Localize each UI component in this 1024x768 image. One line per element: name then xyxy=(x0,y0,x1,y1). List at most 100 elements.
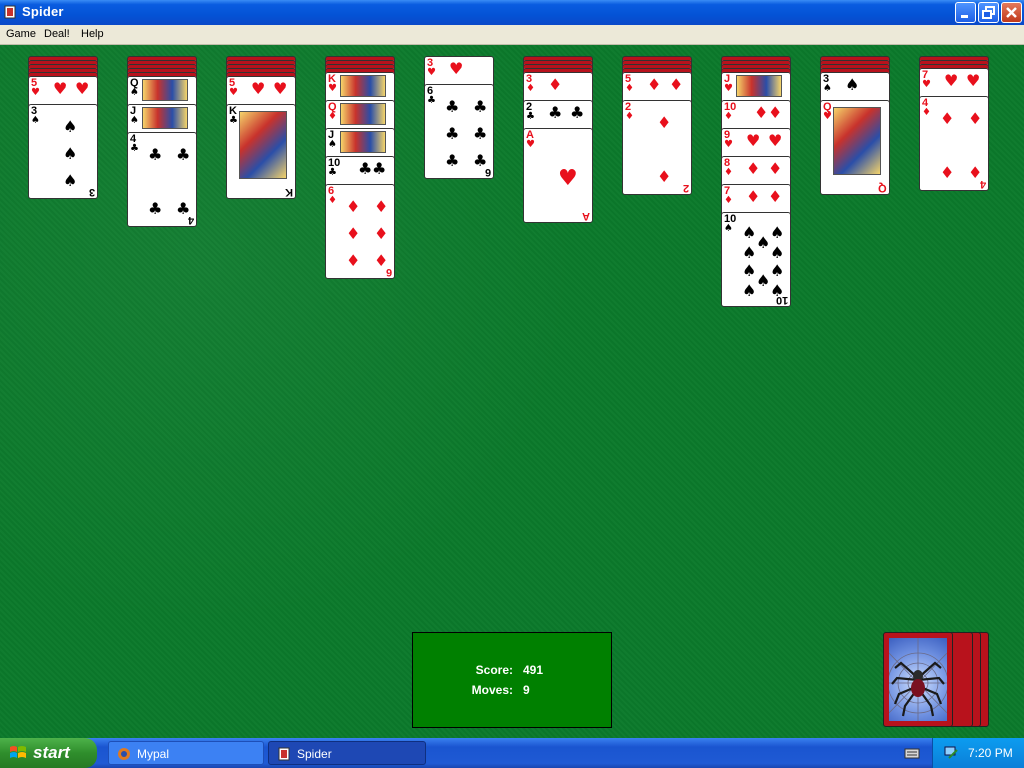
card-pip-icon: ♠ xyxy=(63,144,78,163)
task-spider[interactable]: Spider xyxy=(268,741,426,765)
network-icon[interactable] xyxy=(943,745,961,761)
start-button[interactable]: start xyxy=(0,738,97,768)
card-suit-icon: ♦ xyxy=(724,167,733,178)
keyboard-icon[interactable] xyxy=(904,746,920,760)
card-king-of-clubs[interactable]: K ♣ K xyxy=(226,104,296,199)
card-rank-corner: 6 xyxy=(385,266,392,278)
card-pip-icon: ♦ xyxy=(374,197,389,216)
card-pip-icon: ♦ xyxy=(940,109,955,128)
face-card-art xyxy=(736,75,782,97)
taskbar: start Mypal Spider 7:20 PM xyxy=(0,738,1024,768)
card-suit-icon: ♠ xyxy=(130,115,139,126)
card-pip-icon: ♣ xyxy=(548,103,563,122)
card-pip-icon: ♣ xyxy=(570,103,585,122)
spider-icon xyxy=(887,638,949,721)
system-tray: 7:20 PM xyxy=(932,738,1024,768)
card-pip-icon: ♥ xyxy=(251,79,266,98)
card-pip-icon: ♥ xyxy=(966,71,981,90)
card-pip-icon: ♠ xyxy=(770,223,785,242)
card-rank-corner: 6 xyxy=(484,166,491,178)
menu-game[interactable]: Game xyxy=(6,28,36,40)
task-label: Spider xyxy=(297,747,332,761)
card-pip-icon: ♠ xyxy=(742,261,757,280)
card-4-of-clubs[interactable]: 4 ♣ ♣ ♣ ♣ ♣ 4 xyxy=(127,132,197,227)
card-10-of-spades[interactable]: 10 ♠ ♠ ♠ ♠ ♠ ♠ ♠ ♠ ♠ ♠ ♠ 10 xyxy=(721,212,791,307)
moves-label: Moves: xyxy=(471,683,513,697)
card-pip-icon: ♥ xyxy=(558,166,578,191)
card-pip-icon: ♦ xyxy=(768,187,783,206)
menu-bar: Game Deal! Help xyxy=(0,25,1024,45)
restore-icon xyxy=(982,6,995,19)
card-pip-icon: ♥ xyxy=(75,79,90,98)
score-panel: Score: 491 Moves: 9 xyxy=(412,632,612,728)
card-rank-corner: 10 xyxy=(775,294,788,306)
card-pip-icon: ♣ xyxy=(473,124,488,143)
mypal-icon xyxy=(118,748,130,760)
face-card-art xyxy=(340,75,386,97)
menu-help[interactable]: Help xyxy=(81,28,104,40)
title-bar: Spider xyxy=(0,0,1024,25)
card-suit-icon: ♦ xyxy=(328,195,337,206)
moves-value: 9 xyxy=(523,683,530,697)
card-pip-icon: ♣ xyxy=(445,124,460,143)
card-pip-icon: ♣ xyxy=(445,97,460,116)
card-suit-icon: ♣ xyxy=(526,111,535,122)
spider-app-icon xyxy=(278,747,290,761)
card-4-of-diamonds[interactable]: 4 ♦ ♦ ♦ ♦ ♦ 4 xyxy=(919,96,989,191)
clock: 7:20 PM xyxy=(968,746,1013,760)
windows-logo-icon xyxy=(10,746,26,758)
task-mypal[interactable]: Mypal xyxy=(108,741,264,765)
card-6-of-clubs[interactable]: 6 ♣ ♣ ♣ ♣ ♣ ♣ ♣ 6 xyxy=(424,84,494,179)
card-pip-icon: ♦ xyxy=(768,159,783,178)
card-pip-icon: ♦ xyxy=(374,224,389,243)
card-3-of-spades[interactable]: 3 ♠ ♠ ♠ ♠ 3 xyxy=(28,104,98,199)
card-suit-icon: ♥ xyxy=(823,111,832,122)
score-label: Score: xyxy=(475,663,513,677)
card-suit-icon: ♥ xyxy=(526,139,535,150)
card-pip-icon: ♦ xyxy=(657,113,672,132)
card-pip-icon: ♦ xyxy=(548,75,563,94)
card-suit-icon: ♥ xyxy=(229,87,238,98)
card-pip-icon: ♠ xyxy=(63,117,78,136)
card-pip-icon: ♥ xyxy=(768,131,783,150)
face-card-art xyxy=(142,79,188,101)
card-pip-icon: ♠ xyxy=(756,271,771,290)
card-pip-icon: ♦ xyxy=(754,103,769,122)
card-pip-icon: ♠ xyxy=(742,281,757,300)
card-suit-icon: ♦ xyxy=(328,111,337,122)
card-pip-icon: ♦ xyxy=(346,197,361,216)
card-pip-icon: ♠ xyxy=(770,261,785,280)
card-rank-corner: 4 xyxy=(187,214,194,226)
card-pip-icon: ♠ xyxy=(742,223,757,242)
card-pip-icon: ♠ xyxy=(770,243,785,262)
card-queen-of-hearts[interactable]: Q ♥ Q xyxy=(820,100,890,195)
card-suit-icon: ♥ xyxy=(922,79,931,90)
card-suit-icon: ♥ xyxy=(328,83,337,94)
minimize-icon xyxy=(961,15,968,18)
card-rank-corner: 2 xyxy=(682,182,689,194)
score-value: 491 xyxy=(523,663,544,677)
card-suit-icon: ♠ xyxy=(328,139,337,150)
card-suit-icon: ♦ xyxy=(526,83,535,94)
card-pip-icon: ♥ xyxy=(53,79,68,98)
menu-deal[interactable]: Deal! xyxy=(44,28,70,40)
card-suit-icon: ♦ xyxy=(922,107,931,118)
card-6-of-diamonds[interactable]: 6 ♦ ♦ ♦ ♦ ♦ ♦ ♦ 6 xyxy=(325,184,395,279)
card-suit-icon: ♠ xyxy=(130,87,139,98)
card-pip-icon: ♣ xyxy=(148,199,163,218)
card-suit-icon: ♦ xyxy=(625,83,634,94)
restore-button[interactable] xyxy=(978,2,999,23)
card-2-of-diamonds[interactable]: 2 ♦ ♦ ♦ 2 xyxy=(622,100,692,195)
card-ace-of-hearts[interactable]: A ♥ ♥ A xyxy=(523,128,593,223)
card-rank-corner: K xyxy=(285,186,293,198)
card-pip-icon: ♠ xyxy=(63,171,78,190)
minimize-button[interactable] xyxy=(955,2,976,23)
card-suit-icon: ♣ xyxy=(427,95,436,106)
card-pip-icon: ♦ xyxy=(657,167,672,186)
spider-app-icon xyxy=(4,5,16,19)
card-suit-icon: ♣ xyxy=(328,167,337,178)
card-rank-corner: 3 xyxy=(88,186,95,198)
close-button[interactable] xyxy=(1001,2,1022,23)
card-pip-icon: ♣ xyxy=(372,159,387,178)
card-suit-icon: ♥ xyxy=(724,83,733,94)
